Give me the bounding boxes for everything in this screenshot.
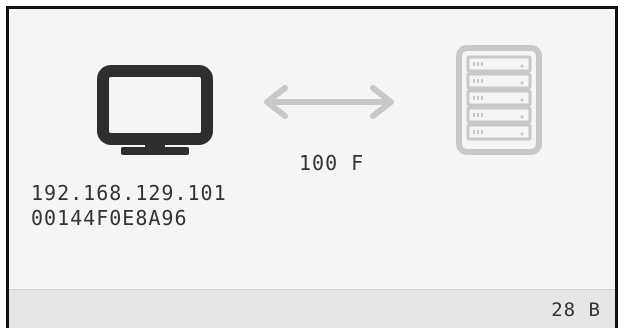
- link-speed: 100 F: [299, 151, 365, 175]
- mac-address: 00144F0E8A96: [31, 206, 188, 230]
- status-bar: 28 B: [9, 289, 615, 328]
- bidirectional-arrow-icon: [264, 85, 394, 119]
- monitor-icon: [97, 65, 213, 155]
- server-rack-icon: [456, 45, 542, 155]
- status-value: 28 B: [551, 299, 601, 321]
- ip-address: 192.168.129.101: [31, 181, 227, 205]
- network-status-panel: 100 F 192.168.129.101 00144F0E8A96 28 B: [6, 6, 618, 328]
